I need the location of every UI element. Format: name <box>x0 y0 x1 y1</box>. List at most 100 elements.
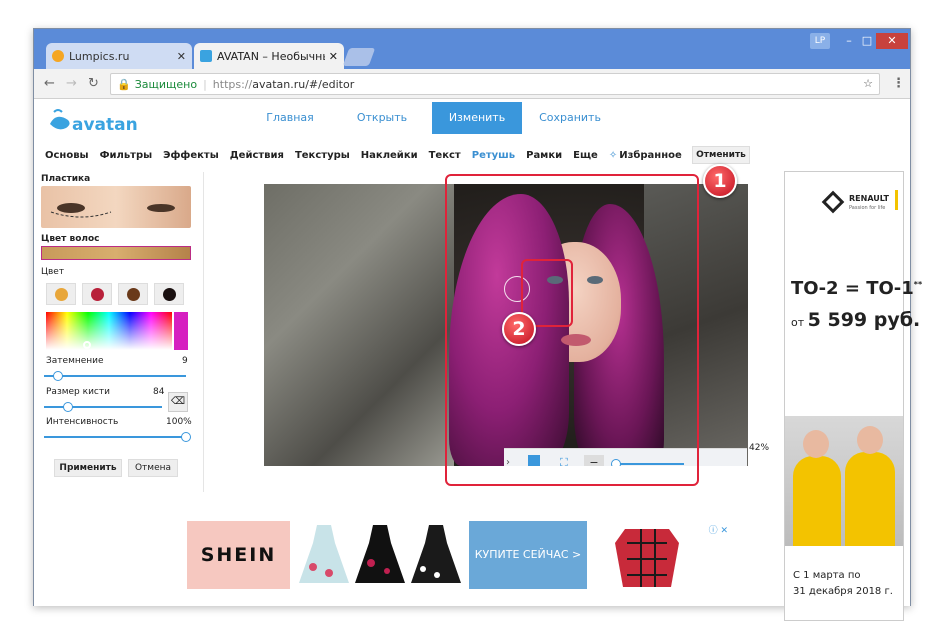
menu-basics[interactable]: Основы <box>45 150 89 161</box>
shein-logo: SHEIN <box>187 521 290 589</box>
child-face <box>857 426 883 454</box>
nav-home[interactable]: Главная <box>260 102 320 134</box>
reload-icon[interactable]: ↻ <box>88 76 99 91</box>
shading-slider[interactable] <box>44 371 186 381</box>
menu-frames[interactable]: Рамки <box>526 150 562 161</box>
brush-size-label: Размер кисти <box>46 387 110 397</box>
picker-cursor[interactable] <box>83 341 91 349</box>
renault-logo-icon <box>821 190 845 214</box>
maximize-button[interactable]: □ <box>858 33 876 49</box>
shading-label: Затемнение <box>46 356 104 366</box>
color-spectrum-picker[interactable] <box>46 312 172 350</box>
color-swatch-blonde[interactable] <box>46 283 76 305</box>
cancel-button[interactable]: Отмена <box>128 459 178 477</box>
callout-badge-1: 1 <box>703 164 737 198</box>
puzzle-icon: ✧ <box>608 149 618 161</box>
apply-button[interactable]: Применить <box>54 459 122 477</box>
photo-background <box>264 184 454 466</box>
color-swatch-black[interactable] <box>154 283 184 305</box>
menu-stickers[interactable]: Наклейки <box>361 150 418 161</box>
renault-headline: ТО-2 = ТО-1** <box>791 278 922 299</box>
avatan-editor: avatan Главная Открыть Изменить Сохранит… <box>34 100 769 492</box>
brush-size-slider[interactable] <box>44 402 162 412</box>
page-content: avatan Главная Открыть Изменить Сохранит… <box>34 100 922 621</box>
menu-dots-icon[interactable]: ⋮ <box>892 76 905 91</box>
renault-brand: RENAULT <box>849 194 889 203</box>
child-figure <box>793 456 841 546</box>
menu-retouch[interactable]: Ретушь <box>472 150 515 161</box>
lock-icon: 🔒 <box>117 77 131 91</box>
bookmark-star-icon[interactable]: ☆ <box>863 77 873 90</box>
menu-textures[interactable]: Текстуры <box>295 150 350 161</box>
menu-favorites[interactable]: ✧ Избранное <box>609 150 682 161</box>
url-path: avatan.ru/#/editor <box>252 77 355 91</box>
canvas-area: › ⛶ − 42% 1 2 <box>205 164 769 492</box>
slider-knob[interactable] <box>63 402 73 412</box>
hair-color-label: Цвет волос <box>41 234 100 244</box>
renault-tagline: Passion for life <box>849 205 886 211</box>
browser-window: Lumpics.ru ✕ AVATAN – Необычный ф ✕ LP –… <box>33 28 922 621</box>
avatan-logo[interactable]: avatan <box>46 106 146 140</box>
kids-photo <box>785 416 903 546</box>
url-scheme: https:// <box>212 77 253 91</box>
banner-ad[interactable]: SHEIN КУПИТЕ СЕЙЧАС > ⓘ ✕ <box>187 521 732 589</box>
close-icon[interactable]: ✕ <box>177 50 186 63</box>
tool-menu: Основы Фильтры Эффекты Действия Текстуры… <box>34 144 748 166</box>
favorites-label: Избранное <box>619 149 682 161</box>
color-swatch-red[interactable] <box>82 283 112 305</box>
back-icon[interactable]: ← <box>44 76 55 91</box>
nav-open[interactable]: Открыть <box>352 102 412 134</box>
close-window-button[interactable]: ✕ <box>876 33 908 49</box>
dress-image <box>355 525 405 583</box>
callout-frame-1 <box>445 174 699 486</box>
renault-ad[interactable]: RENAULT Passion for life ТО-2 = ТО-1** о… <box>784 171 922 621</box>
plastic-label: Пластика <box>41 174 91 184</box>
menu-text[interactable]: Текст <box>429 150 461 161</box>
dress-image <box>299 525 349 583</box>
minimize-button[interactable]: – <box>840 33 858 49</box>
menu-filters[interactable]: Фильтры <box>100 150 153 161</box>
secure-label: Защищено <box>134 77 198 91</box>
renault-price-line: от 5 599 руб. <box>791 309 920 331</box>
close-icon[interactable]: ✕ <box>329 50 338 63</box>
avatan-favicon <box>200 50 212 62</box>
renault-price: 5 599 руб. <box>807 309 921 331</box>
address-bar[interactable]: 🔒 Защищено | https://avatan.ru/#/editor … <box>110 73 880 95</box>
eraser-icon[interactable]: ⌫ <box>168 392 188 412</box>
logo-text: avatan <box>72 115 138 135</box>
browser-toolbar: ← → ↻ 🔒 Защищено | https://avatan.ru/#/e… <box>34 69 910 99</box>
new-tab-button[interactable] <box>342 48 376 66</box>
color-swatch-brown[interactable] <box>118 283 148 305</box>
buy-now-button[interactable]: КУПИТЕ СЕЙЧАС > <box>469 521 587 589</box>
intensity-value: 100% <box>166 417 192 427</box>
separator: | <box>203 77 207 91</box>
child-face <box>803 430 829 458</box>
menu-actions[interactable]: Действия <box>230 150 284 161</box>
lumpics-favicon <box>52 50 64 62</box>
cancel-top-button[interactable]: Отменить <box>692 146 750 164</box>
menu-more[interactable]: Еще <box>573 150 598 161</box>
profile-badge[interactable]: LP <box>810 33 830 49</box>
url-text: https://avatan.ru/#/editor <box>213 78 354 91</box>
zoom-percent: 42% <box>749 443 770 453</box>
slider-knob[interactable] <box>53 371 63 381</box>
headline-footnote-mark: ** <box>913 280 923 289</box>
brush-size-value: 84 <box>153 387 165 397</box>
child-figure <box>845 452 895 546</box>
renault-date-1: С 1 марта по <box>793 570 861 581</box>
slider-knob[interactable] <box>181 432 191 442</box>
headline-text: ТО-2 = ТО-1 <box>791 278 914 299</box>
intensity-slider[interactable] <box>44 432 191 442</box>
forward-icon[interactable]: → <box>66 76 77 91</box>
plastic-thumbnail[interactable] <box>41 186 191 228</box>
tab-avatan[interactable]: AVATAN – Необычный ф ✕ <box>194 43 344 69</box>
color-label: Цвет <box>41 267 65 277</box>
dress-image <box>615 529 679 587</box>
yellow-accent <box>895 190 898 210</box>
tab-lumpics[interactable]: Lumpics.ru ✕ <box>46 43 192 69</box>
menu-effects[interactable]: Эффекты <box>163 150 219 161</box>
ad-info-icon[interactable]: ⓘ ✕ <box>709 523 728 536</box>
hair-color-thumbnail[interactable] <box>41 246 191 260</box>
nav-save[interactable]: Сохранить <box>532 102 608 134</box>
nav-edit[interactable]: Изменить <box>432 102 522 134</box>
